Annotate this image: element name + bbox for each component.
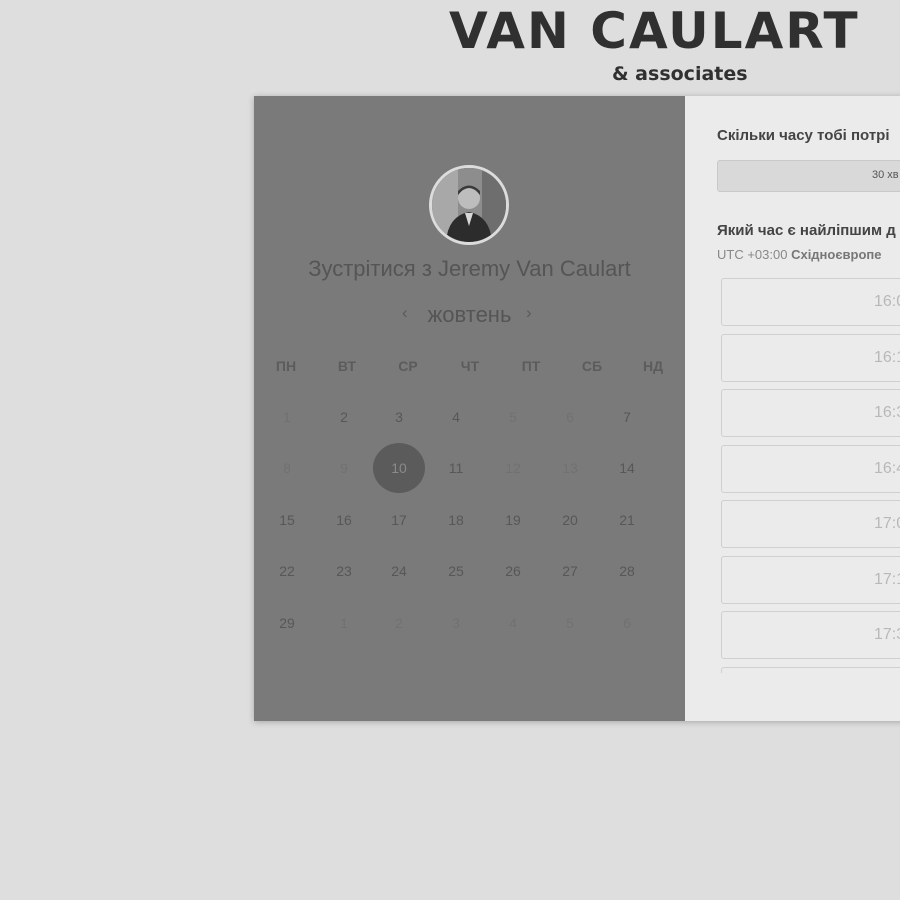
calendar-day: 8	[283, 460, 291, 476]
calendar-day[interactable]: 17	[379, 510, 419, 530]
calendar-day: 5	[509, 409, 517, 425]
time-slot-label: 17:0	[874, 515, 900, 532]
calendar-day[interactable]: 15	[267, 510, 307, 530]
duration-question: Скільки часу тобі потрі	[717, 127, 890, 144]
time-question: Який час є найліпшим д	[717, 222, 896, 239]
time-slot-button[interactable]	[721, 666, 900, 673]
calendar-day[interactable]: 25	[436, 561, 476, 581]
calendar-day-selected[interactable]: 10	[373, 443, 425, 493]
calendar-day: 3	[452, 615, 460, 631]
calendar-panel: Зустрітися з Jeremy Van Caulart ‹ жовтен…	[254, 96, 685, 721]
weekday-label: ЧТ	[460, 358, 480, 374]
chevron-right-icon[interactable]: ›	[526, 303, 532, 323]
calendar-day: 1	[283, 409, 291, 425]
time-slot-label: 16:4	[874, 459, 900, 477]
month-label: жовтень	[427, 302, 512, 327]
calendar-day[interactable]: 11	[436, 458, 476, 478]
month-navigation: ‹ жовтень ›	[254, 300, 685, 330]
avatar	[429, 165, 509, 245]
duration-button[interactable]: 30 хв	[717, 160, 900, 192]
calendar-day[interactable]: 21	[607, 510, 647, 530]
time-panel: Скільки часу тобі потрі 30 хв Який час є…	[685, 96, 900, 721]
calendar-day: 6	[623, 615, 631, 631]
time-slot-label: 17:1	[874, 570, 900, 588]
time-slot-button[interactable]: 16:4	[721, 444, 900, 493]
time-slot-button[interactable]: 17:3	[721, 611, 900, 659]
weekday-label: ПН	[275, 358, 297, 374]
calendar-day: 13	[562, 460, 578, 476]
timezone-offset: UTC +03:00	[717, 247, 788, 262]
time-slot-label: 17:3	[874, 626, 900, 643]
time-slot-button[interactable]: 16:3	[721, 389, 900, 437]
calendar-day[interactable]: 16	[324, 510, 364, 530]
calendar-day[interactable]: 27	[550, 561, 590, 581]
calendar-day[interactable]: 4	[436, 407, 476, 427]
weekday-label: СР	[398, 358, 418, 374]
calendar-day[interactable]: 28	[607, 561, 647, 581]
calendar-day[interactable]: 18	[436, 510, 476, 530]
timezone-label: UTC +03:00 Східноєвропе	[717, 247, 882, 262]
calendar-day[interactable]: 29	[267, 613, 307, 633]
time-slot-label: 16:3	[874, 404, 900, 421]
time-slot-label: 16:1	[874, 348, 900, 366]
weekday-label: НД	[642, 358, 664, 374]
time-slot-button[interactable]: 17:1	[721, 555, 900, 604]
time-slot-list: 16:0 16:1 16:3 16:4 17:0 17:1 17:3	[721, 278, 900, 673]
avatar-photo	[432, 168, 506, 242]
calendar-day: 9	[340, 460, 348, 476]
calendar-day[interactable]: 19	[493, 510, 533, 530]
calendar-day[interactable]: 14	[607, 458, 647, 478]
brand-name: VAN CAULART	[449, 2, 860, 60]
calendar-day[interactable]: 24	[379, 561, 419, 581]
time-slot-button[interactable]: 17:0	[721, 500, 900, 548]
brand-logo: VAN CAULART & associates	[449, 2, 900, 92]
calendar-day: 12	[505, 460, 521, 476]
timezone-name: Східноєвропе	[791, 247, 882, 262]
calendar-day: 4	[509, 615, 517, 631]
time-slot-button[interactable]: 16:1	[721, 333, 900, 382]
weekday-label: ВТ	[337, 358, 357, 374]
time-slot-label: 16:0	[874, 293, 900, 310]
calendar-day[interactable]: 22	[267, 561, 307, 581]
booking-card: Зустрітися з Jeremy Van Caulart ‹ жовтен…	[254, 96, 900, 721]
calendar-day[interactable]: 20	[550, 510, 590, 530]
calendar-day: 2	[395, 615, 403, 631]
calendar-day[interactable]: 3	[379, 407, 419, 427]
weekday-label: СБ	[581, 358, 603, 374]
calendar-day: 5	[566, 615, 574, 631]
calendar-day[interactable]: 7	[607, 407, 647, 427]
calendar-day[interactable]: 2	[324, 407, 364, 427]
brand-tagline: & associates	[612, 63, 748, 85]
duration-label: 30 хв	[872, 169, 899, 181]
calendar-day: 1	[340, 615, 348, 631]
calendar-day[interactable]: 23	[324, 561, 364, 581]
meeting-title: Зустрітися з Jeremy Van Caulart	[308, 256, 631, 281]
calendar-day[interactable]: 26	[493, 561, 533, 581]
time-slot-button[interactable]: 16:0	[721, 278, 900, 326]
calendar-day: 6	[566, 409, 574, 425]
weekday-label: ПТ	[521, 358, 541, 374]
